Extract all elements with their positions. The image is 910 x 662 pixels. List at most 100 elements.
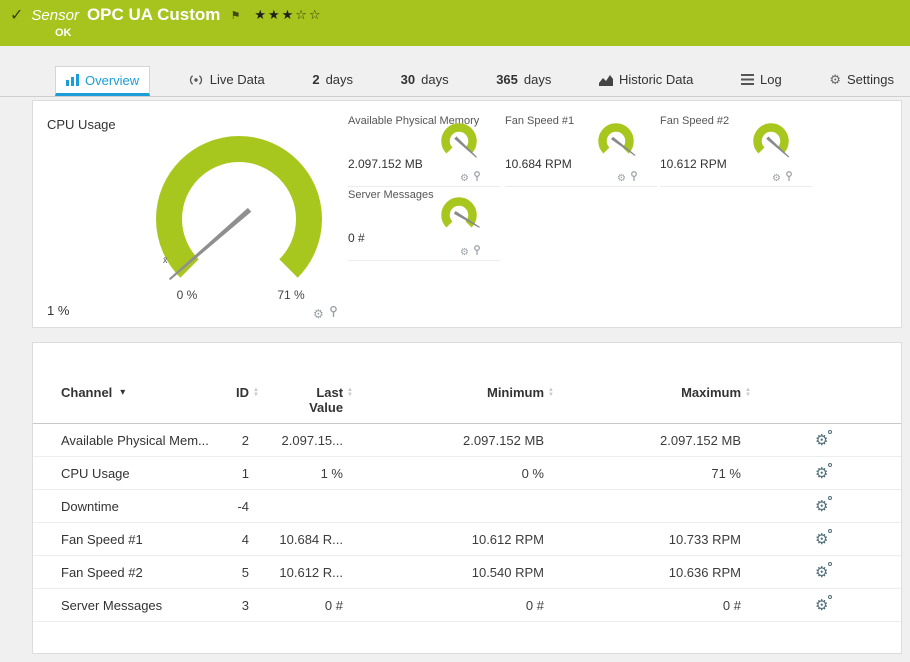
live-data-broadcast-icon [188,74,204,86]
channel-minimum: 0 % [521,465,544,481]
gauge-cell-server-messages: Server Messages 0 # ⚙ [348,189,500,261]
overview-chart-icon [66,74,79,86]
channel-settings-icon[interactable]: ⚙ [815,495,833,515]
cpu-gauge: x̄ 0 % 71 % [156,136,322,302]
channel-id: 1 [241,465,249,481]
channel-maximum: 0 # [722,597,741,613]
server-messages-gauge [441,197,480,228]
channel-name[interactable]: Available Physical Mem... [61,433,211,448]
stars-filled: ★★★ [254,7,296,22]
priority-stars[interactable]: ★★★☆☆ [254,7,322,23]
channel-maximum: 2.097.152 MB [660,432,741,448]
object-kind-label: Sensor [31,6,79,24]
column-label: Minimum [486,385,545,400]
channel-id: -4 [237,498,249,514]
channel-settings-icon[interactable]: ⚙ [815,561,833,581]
gauge-value: 2.097.152 MB [348,157,423,171]
cpu-current-value: 1 % [47,303,70,318]
channel-id: 2 [241,432,249,448]
channel-name[interactable]: CPU Usage [61,466,211,481]
tab-2-days[interactable]: 2 days [302,66,363,96]
channel-last-value: 0 # [324,597,343,613]
gauge-gear-icon[interactable]: ⚙ [772,173,781,184]
log-list-icon [741,74,754,85]
channel-name[interactable]: Fan Speed #1 [61,532,211,547]
gauge-cell-fan2: Fan Speed #2 10.612 RPM ⚙ [660,115,812,187]
tab-settings[interactable]: ⚙ Settings [819,66,904,96]
status-badge: OK [55,27,72,39]
sort-icons[interactable]: ▲ ▼ [745,387,751,398]
column-label: Maximum [681,385,742,400]
gauge-pin-icon[interactable] [630,169,638,187]
table-row: Server Messages 3 0 # 0 # 0 # ⚙ [33,589,901,622]
tab-label: Settings [846,72,894,87]
tab-label: Live Data [209,72,265,87]
channel-minimum: 10.612 RPM [471,531,544,547]
table-row: Available Physical Mem... 2 2.097.15... … [33,424,901,457]
channel-maximum: 71 % [711,465,741,481]
gauge-value: 10.612 RPM [660,157,727,171]
gauge-value: 10.684 RPM [505,157,572,171]
column-label: Channel [61,385,113,400]
tab-number: 2 [312,72,320,87]
channel-id: 5 [241,564,249,580]
column-header-minimum[interactable]: Minimum ▲ ▼ [353,385,554,400]
channel-name[interactable]: Downtime [61,499,211,514]
tab-overview[interactable]: Overview [55,66,151,96]
fan2-gauge [753,123,790,158]
channel-minimum: 0 # [525,597,544,613]
channel-settings-icon[interactable]: ⚙ [815,528,833,548]
tab-historic-data[interactable]: Historic Data [589,66,703,96]
gauge-pin-icon[interactable] [473,243,481,261]
channel-id: 3 [241,597,249,613]
gauge-gear-icon[interactable]: ⚙ [313,307,324,321]
table-row: Fan Speed #1 4 10.684 R... 10.612 RPM 10… [33,523,901,556]
tab-30-days[interactable]: 30 days [391,66,459,96]
tab-365-days[interactable]: 365 days [486,66,561,96]
gauge-pin-icon[interactable] [329,305,338,323]
historic-data-area-chart-icon [598,74,613,86]
cpu-gauge-arc [156,136,322,278]
channel-id: 4 [241,531,249,547]
column-label: ID [236,385,250,400]
column-header-last-value[interactable]: Last Value ▲ ▼ [259,385,353,415]
gauge-gear-icon[interactable]: ⚙ [460,247,469,258]
channel-last-value: 1 % [320,465,343,481]
stars-empty: ☆☆ [295,7,323,22]
gauge-gear-icon[interactable]: ⚙ [460,173,469,184]
column-header-maximum[interactable]: Maximum ▲ ▼ [554,385,751,400]
channel-settings-icon[interactable]: ⚙ [815,594,833,614]
table-header-row: Channel ▾ ID ▲ ▼ Last Value ▲ ▼ Minimum ▲ ▼… [33,377,901,424]
channel-minimum: 10.540 RPM [471,564,544,580]
table-row: CPU Usage 1 1 % 0 % 71 % ⚙ [33,457,901,490]
channel-name[interactable]: Fan Speed #2 [61,565,211,580]
sort-down-icon: ▼ [745,392,751,398]
channel-last-value: 2.097.15... [281,432,343,448]
channel-maximum: 10.636 RPM [668,564,741,580]
column-header-id[interactable]: ID ▲ ▼ [211,385,259,400]
channel-settings-icon[interactable]: ⚙ [815,429,833,449]
tab-label: Overview [85,72,140,88]
gauge-gear-icon[interactable]: ⚙ [617,173,626,184]
tab-live-data[interactable]: Live Data [178,66,275,96]
gauge-pin-icon[interactable] [473,169,481,187]
tab-log[interactable]: Log [731,66,792,96]
channel-name[interactable]: Server Messages [61,598,211,613]
channel-last-value: 10.612 R... [279,564,343,580]
tab-label: days [523,72,552,87]
gauge-pin-icon[interactable] [785,169,793,187]
sensor-header: ✓ Sensor OPC UA Custom ⚑ ★★★☆☆ OK [0,0,910,46]
table-row: Fan Speed #2 5 10.612 R... 10.540 RPM 10… [33,556,901,589]
cpu-average-marker: x̄ [163,255,168,265]
tab-number: 30 [400,72,416,87]
gauge-value: 0 # [348,231,365,245]
channel-table-panel: Channel ▾ ID ▲ ▼ Last Value ▲ ▼ Minimum ▲ ▼… [32,342,902,654]
channel-settings-icon[interactable]: ⚙ [815,462,833,482]
flag-icon[interactable]: ⚑ [230,9,240,22]
column-label: Last Value [309,385,344,415]
status-ok-check-icon: ✓ [10,7,24,24]
tab-label: days [325,72,354,87]
cpu-gauge-min-label: 0 % [177,288,198,302]
tab-bar: Overview Live Data 2 days 30 days 365 da… [0,66,910,97]
column-header-channel[interactable]: Channel ▾ [61,385,211,400]
